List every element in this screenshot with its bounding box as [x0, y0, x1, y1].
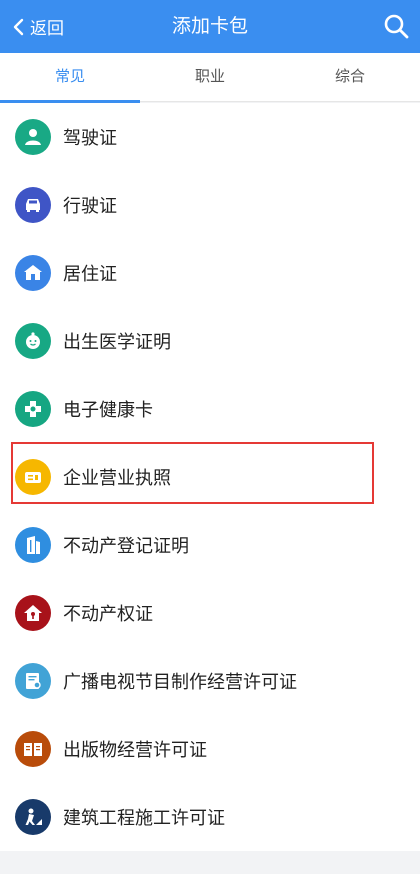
- tab-professional[interactable]: 职业: [140, 53, 280, 101]
- item-label: 居住证: [63, 264, 117, 285]
- list-item-publication-license[interactable]: 出版物经营许可证: [0, 715, 420, 783]
- list-item-birth-certificate[interactable]: 出生医学证明: [0, 307, 420, 375]
- baby-icon: [15, 323, 51, 359]
- back-label: 返回: [30, 19, 64, 39]
- card-type-list: 驾驶证 行驶证 居住证 出生医学证明 电子健康卡 企业营业执照 不动产登记证明 …: [0, 103, 420, 851]
- list-item-residence-permit[interactable]: 居住证: [0, 239, 420, 307]
- list-item-business-license[interactable]: 企业营业执照: [0, 442, 420, 511]
- car-icon: [15, 187, 51, 223]
- tab-bar: 常见 职业 综合: [0, 53, 420, 103]
- item-label: 建筑工程施工许可证: [63, 808, 225, 829]
- book-icon: [15, 731, 51, 767]
- list-item-construction-permit[interactable]: 建筑工程施工许可证: [0, 783, 420, 851]
- list-item-property-certificate[interactable]: 不动产权证: [0, 579, 420, 647]
- tab-common[interactable]: 常见: [0, 53, 140, 103]
- list-item-real-estate-registration[interactable]: 不动产登记证明: [0, 511, 420, 579]
- list-item-health-card[interactable]: 电子健康卡: [0, 375, 420, 443]
- chevron-left-icon: [13, 18, 24, 35]
- person-icon: [15, 119, 51, 155]
- tab-comprehensive[interactable]: 综合: [280, 53, 420, 101]
- business-card-icon: [15, 459, 51, 495]
- list-item-vehicle-license[interactable]: 行驶证: [0, 171, 420, 239]
- home-lock-icon: [15, 595, 51, 631]
- certificate-icon: [15, 663, 51, 699]
- item-label: 行驶证: [63, 196, 117, 217]
- medical-cross-icon: [15, 391, 51, 427]
- construction-worker-icon: [15, 799, 51, 835]
- item-label: 不动产登记证明: [63, 536, 189, 557]
- building-icon: [15, 527, 51, 563]
- back-button[interactable]: 返回: [10, 0, 64, 53]
- item-label: 驾驶证: [63, 128, 117, 149]
- item-label: 不动产权证: [63, 604, 153, 625]
- item-label: 出版物经营许可证: [63, 740, 207, 761]
- search-icon[interactable]: [382, 12, 410, 40]
- app-header: 返回 添加卡包: [0, 0, 420, 53]
- item-label: 电子健康卡: [63, 400, 153, 421]
- house-icon: [15, 255, 51, 291]
- item-label: 企业营业执照: [63, 468, 171, 489]
- item-label: 广播电视节目制作经营许可证: [63, 672, 297, 693]
- list-item-broadcast-license[interactable]: 广播电视节目制作经营许可证: [0, 647, 420, 715]
- list-item-drivers-license[interactable]: 驾驶证: [0, 103, 420, 171]
- item-label: 出生医学证明: [63, 332, 171, 353]
